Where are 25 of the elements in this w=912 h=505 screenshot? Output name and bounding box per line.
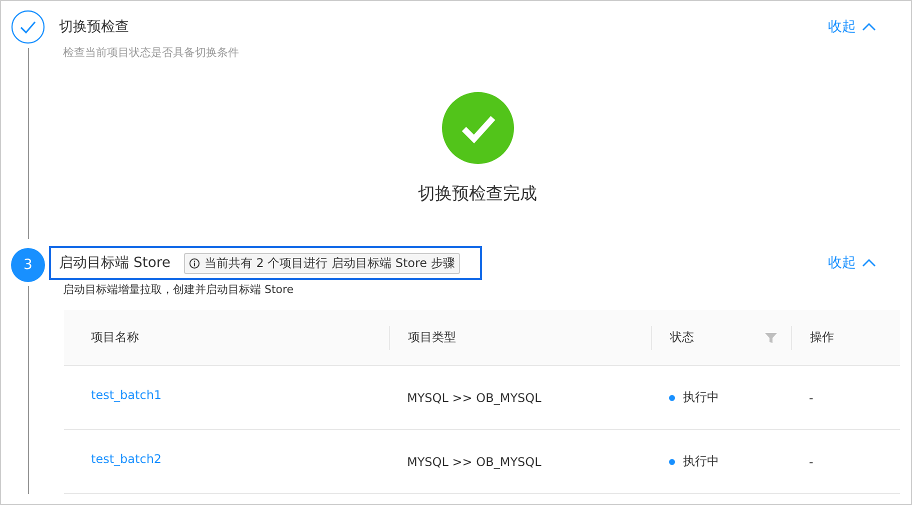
info-icon [189,258,200,268]
table-cell: - [809,390,814,404]
step-description: 启动目标端增量拉取，创建并启动目标端 Store [63,282,295,297]
filter-icon[interactable] [765,332,777,344]
column-header: 操作 [810,329,834,346]
column-header: 项目类型 [408,329,456,346]
chevron-up-icon [862,258,876,268]
table-cell: MYSQL >> OB_MYSQL [407,454,542,468]
result-text: 切换预检查完成 [418,183,537,205]
status-text: 执行中 [683,389,719,406]
chevron-up-icon [862,22,876,32]
step-title: 切换预检查 [59,18,129,36]
step-number: 3 [11,248,45,282]
table-cell: - [809,454,814,468]
tag-text: 当前共有 2 个项目进行 启动目标端 Store 步骤 [204,254,455,272]
step-description: 检查当前项目状态是否具备切换条件 [63,45,240,60]
project-link[interactable]: test_batch1 [91,388,162,402]
column-header: 状态 [670,329,694,346]
collapse-link[interactable]: 收起 [828,18,876,36]
table-cell: MYSQL >> OB_MYSQL [407,390,542,404]
step-title: 启动目标端 Store [59,254,170,272]
project-link[interactable]: test_batch2 [91,452,162,466]
column-header: 项目名称 [91,329,139,346]
status-text: 执行中 [683,453,719,470]
collapse-link[interactable]: 收起 [828,254,876,272]
